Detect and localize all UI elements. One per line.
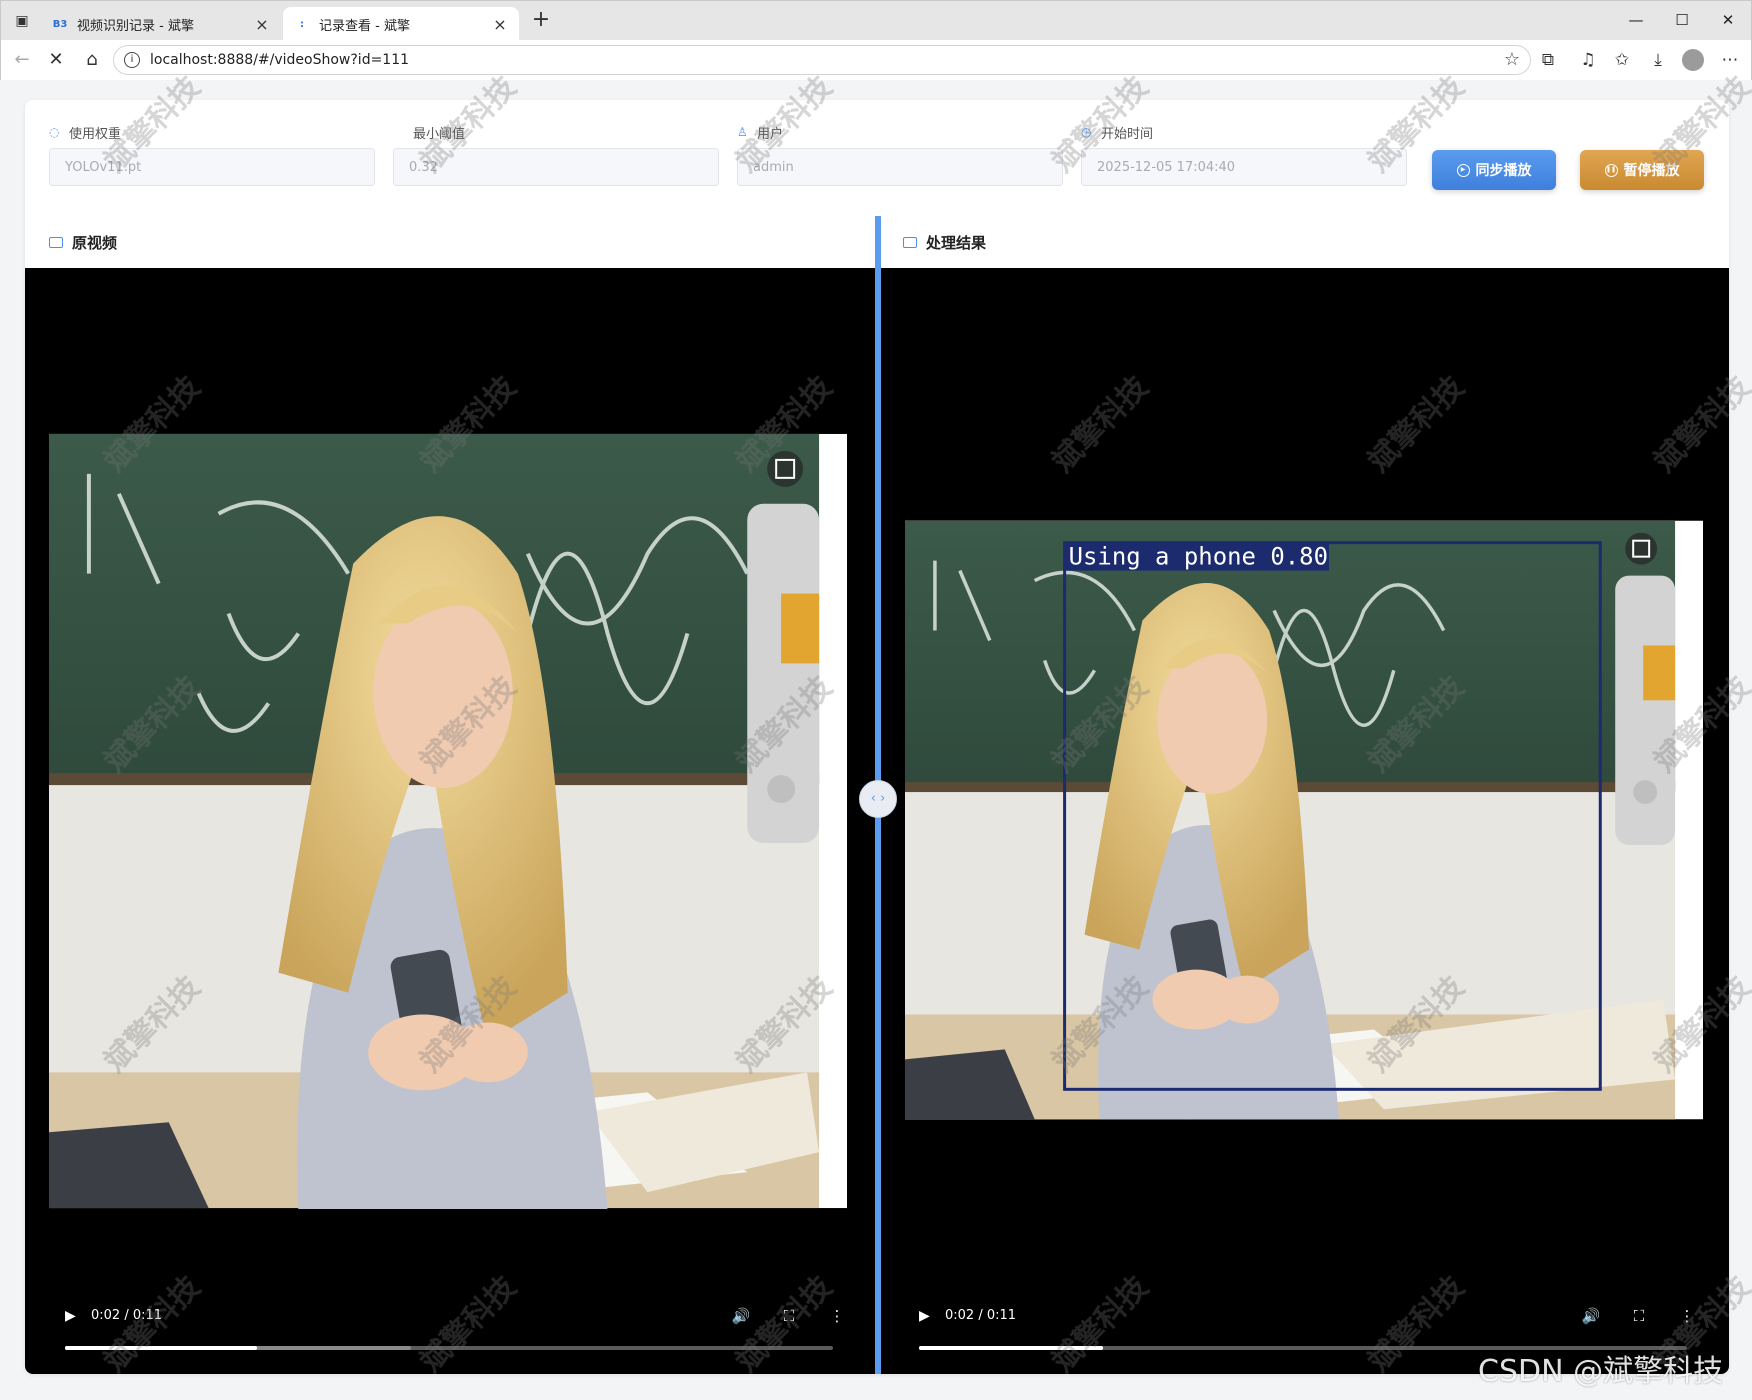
result-header: 处理结果 [903,216,986,268]
more-options-icon[interactable]: ⋮ [827,1306,847,1326]
window-close-icon[interactable]: ✕ [1705,7,1751,33]
play-icon[interactable]: ▶ [65,1308,81,1324]
threshold-input: 0.32 [393,148,719,186]
result-video-frame: Using a phone 0.80 [905,520,1703,1120]
user-field: ♙ 用户 admin [737,122,1063,186]
threshold-icon: · [393,126,405,138]
sync-play-button[interactable]: ▶ 同步播放 [1432,150,1556,190]
start-time-input: 2025-12-05 17:04:40 [1081,148,1407,186]
user-label-text: 用户 [757,126,784,142]
result-title: 处理结果 [926,233,987,252]
favorites-icon[interactable]: ✩ [1609,48,1635,72]
fullscreen-icon[interactable]: ⛶ [1629,1306,1649,1326]
weight-label-text: 使用权重 [69,126,122,142]
result-video-player[interactable]: Using a phone 0.80 ▶ 0:02 / 0:11 🔊 ⛶ ⋮ [881,268,1729,1374]
muted-volume-icon[interactable]: 🔊 [1581,1306,1601,1326]
tab-video-records[interactable]: B3 视频识别记录 - 斌擎 × [41,7,281,41]
more-menu-icon[interactable]: ⋯ [1717,48,1743,72]
original-video-controls: ▶ 0:02 / 0:11 🔊 ⛶ ⋮ [25,1278,875,1374]
sync-play-label: 同步播放 [1475,163,1532,179]
pause-circle-icon: ❚❚ [1604,163,1618,177]
loading-favicon-icon: : [300,18,304,30]
page-content: ◌ 使用权重 YOLOv11.pt · 最小阈值 0.32 ♙ 用户 admin… [1,80,1751,1400]
tab-actions-icon[interactable]: ▣ [11,11,33,31]
original-video-header: 原视频 [49,216,117,268]
site-info-icon[interactable]: i [124,52,140,68]
detection-label: Using a phone 0.80 [1069,543,1328,571]
address-bar[interactable]: i localhost:8888/#/videoShow?id=111 ☆ [113,45,1531,75]
tab-title: 视频识别记录 - 斌擎 [77,18,194,34]
monitor-icon [903,236,917,248]
fullscreen-icon[interactable]: ⛶ [779,1306,799,1326]
new-tab-button[interactable]: + [529,9,553,33]
weight-field: ◌ 使用权重 YOLOv11.pt [49,122,375,186]
maximize-icon[interactable]: ☐ [1659,7,1705,33]
original-video-player[interactable]: ▶ 0:02 / 0:11 🔊 ⛶ ⋮ [25,268,875,1374]
more-options-icon[interactable]: ⋮ [1677,1306,1697,1326]
weight-input: YOLOv11.pt [49,148,375,186]
csdn-watermark: CSDN @斌擎科技 [1478,1354,1724,1389]
user-input: admin [737,148,1063,186]
user-label: ♙ 用户 [737,122,1063,142]
threshold-label: · 最小阈值 [393,122,719,142]
volume-icon[interactable]: 🔊 [731,1306,751,1326]
seek-bar[interactable] [65,1346,833,1350]
current-time: 0:02 / 0:11 [91,1308,163,1323]
pause-play-button[interactable]: ❚❚ 暂停播放 [1580,150,1704,190]
url-text: localhost:8888/#/videoShow?id=111 [150,52,410,68]
original-video-frame [49,433,847,1209]
weight-label: ◌ 使用权重 [49,122,375,142]
home-icon[interactable]: ⌂ [79,48,105,72]
back-arrow-icon[interactable]: ← [9,48,35,72]
video-show-card: ◌ 使用权重 YOLOv11.pt · 最小阈值 0.32 ♙ 用户 admin… [25,100,1729,1374]
minimize-icon[interactable]: — [1613,7,1659,33]
start-time-field: ◷ 开始时间 2025-12-05 17:04:40 [1081,122,1407,186]
profile-avatar[interactable] [1682,49,1704,71]
browser-toolbar: ← ✕ ⌂ i localhost:8888/#/videoShow?id=11… [0,40,1752,80]
play-icon[interactable]: ▶ [919,1308,935,1324]
start-time-label-text: 开始时间 [1101,126,1154,142]
clock-icon: ◷ [1081,125,1092,139]
played-bar [919,1346,1104,1350]
threshold-label-text: 最小阈值 [413,126,466,142]
split-handle-icon[interactable]: ‹ › [859,780,897,818]
user-icon: ♙ [737,125,748,139]
start-time-label: ◷ 开始时间 [1081,122,1407,142]
original-video-title: 原视频 [72,233,118,252]
site-favicon-icon: B3 [52,18,68,30]
browser-tab-bar: ▣ B3 视频识别记录 - 斌擎 × : 记录查看 - 斌擎 × + — ☐ ✕ [0,0,1752,41]
tab-record-view[interactable]: : 记录查看 - 斌擎 × [283,7,519,41]
cpu-icon: ◌ [49,125,60,139]
threshold-field: · 最小阈值 0.32 [393,122,719,186]
media-control-icon[interactable]: ♫ [1575,48,1601,72]
stop-loading-icon[interactable]: ✕ [43,48,69,72]
extensions-icon[interactable]: ⧉ [1535,48,1561,72]
tab-close-icon[interactable]: × [253,15,271,34]
favorite-star-icon[interactable]: ☆ [1504,49,1520,70]
tab-title: 记录查看 - 斌擎 [319,18,410,34]
current-time: 0:02 / 0:11 [945,1308,1017,1323]
download-icon[interactable]: ⤓ [1645,48,1671,72]
video-camera-icon [49,236,63,248]
played-bar [65,1346,257,1350]
play-circle-icon: ▶ [1456,163,1470,177]
tab-close-icon[interactable]: × [491,15,509,34]
pause-play-label: 暂停播放 [1623,163,1680,179]
